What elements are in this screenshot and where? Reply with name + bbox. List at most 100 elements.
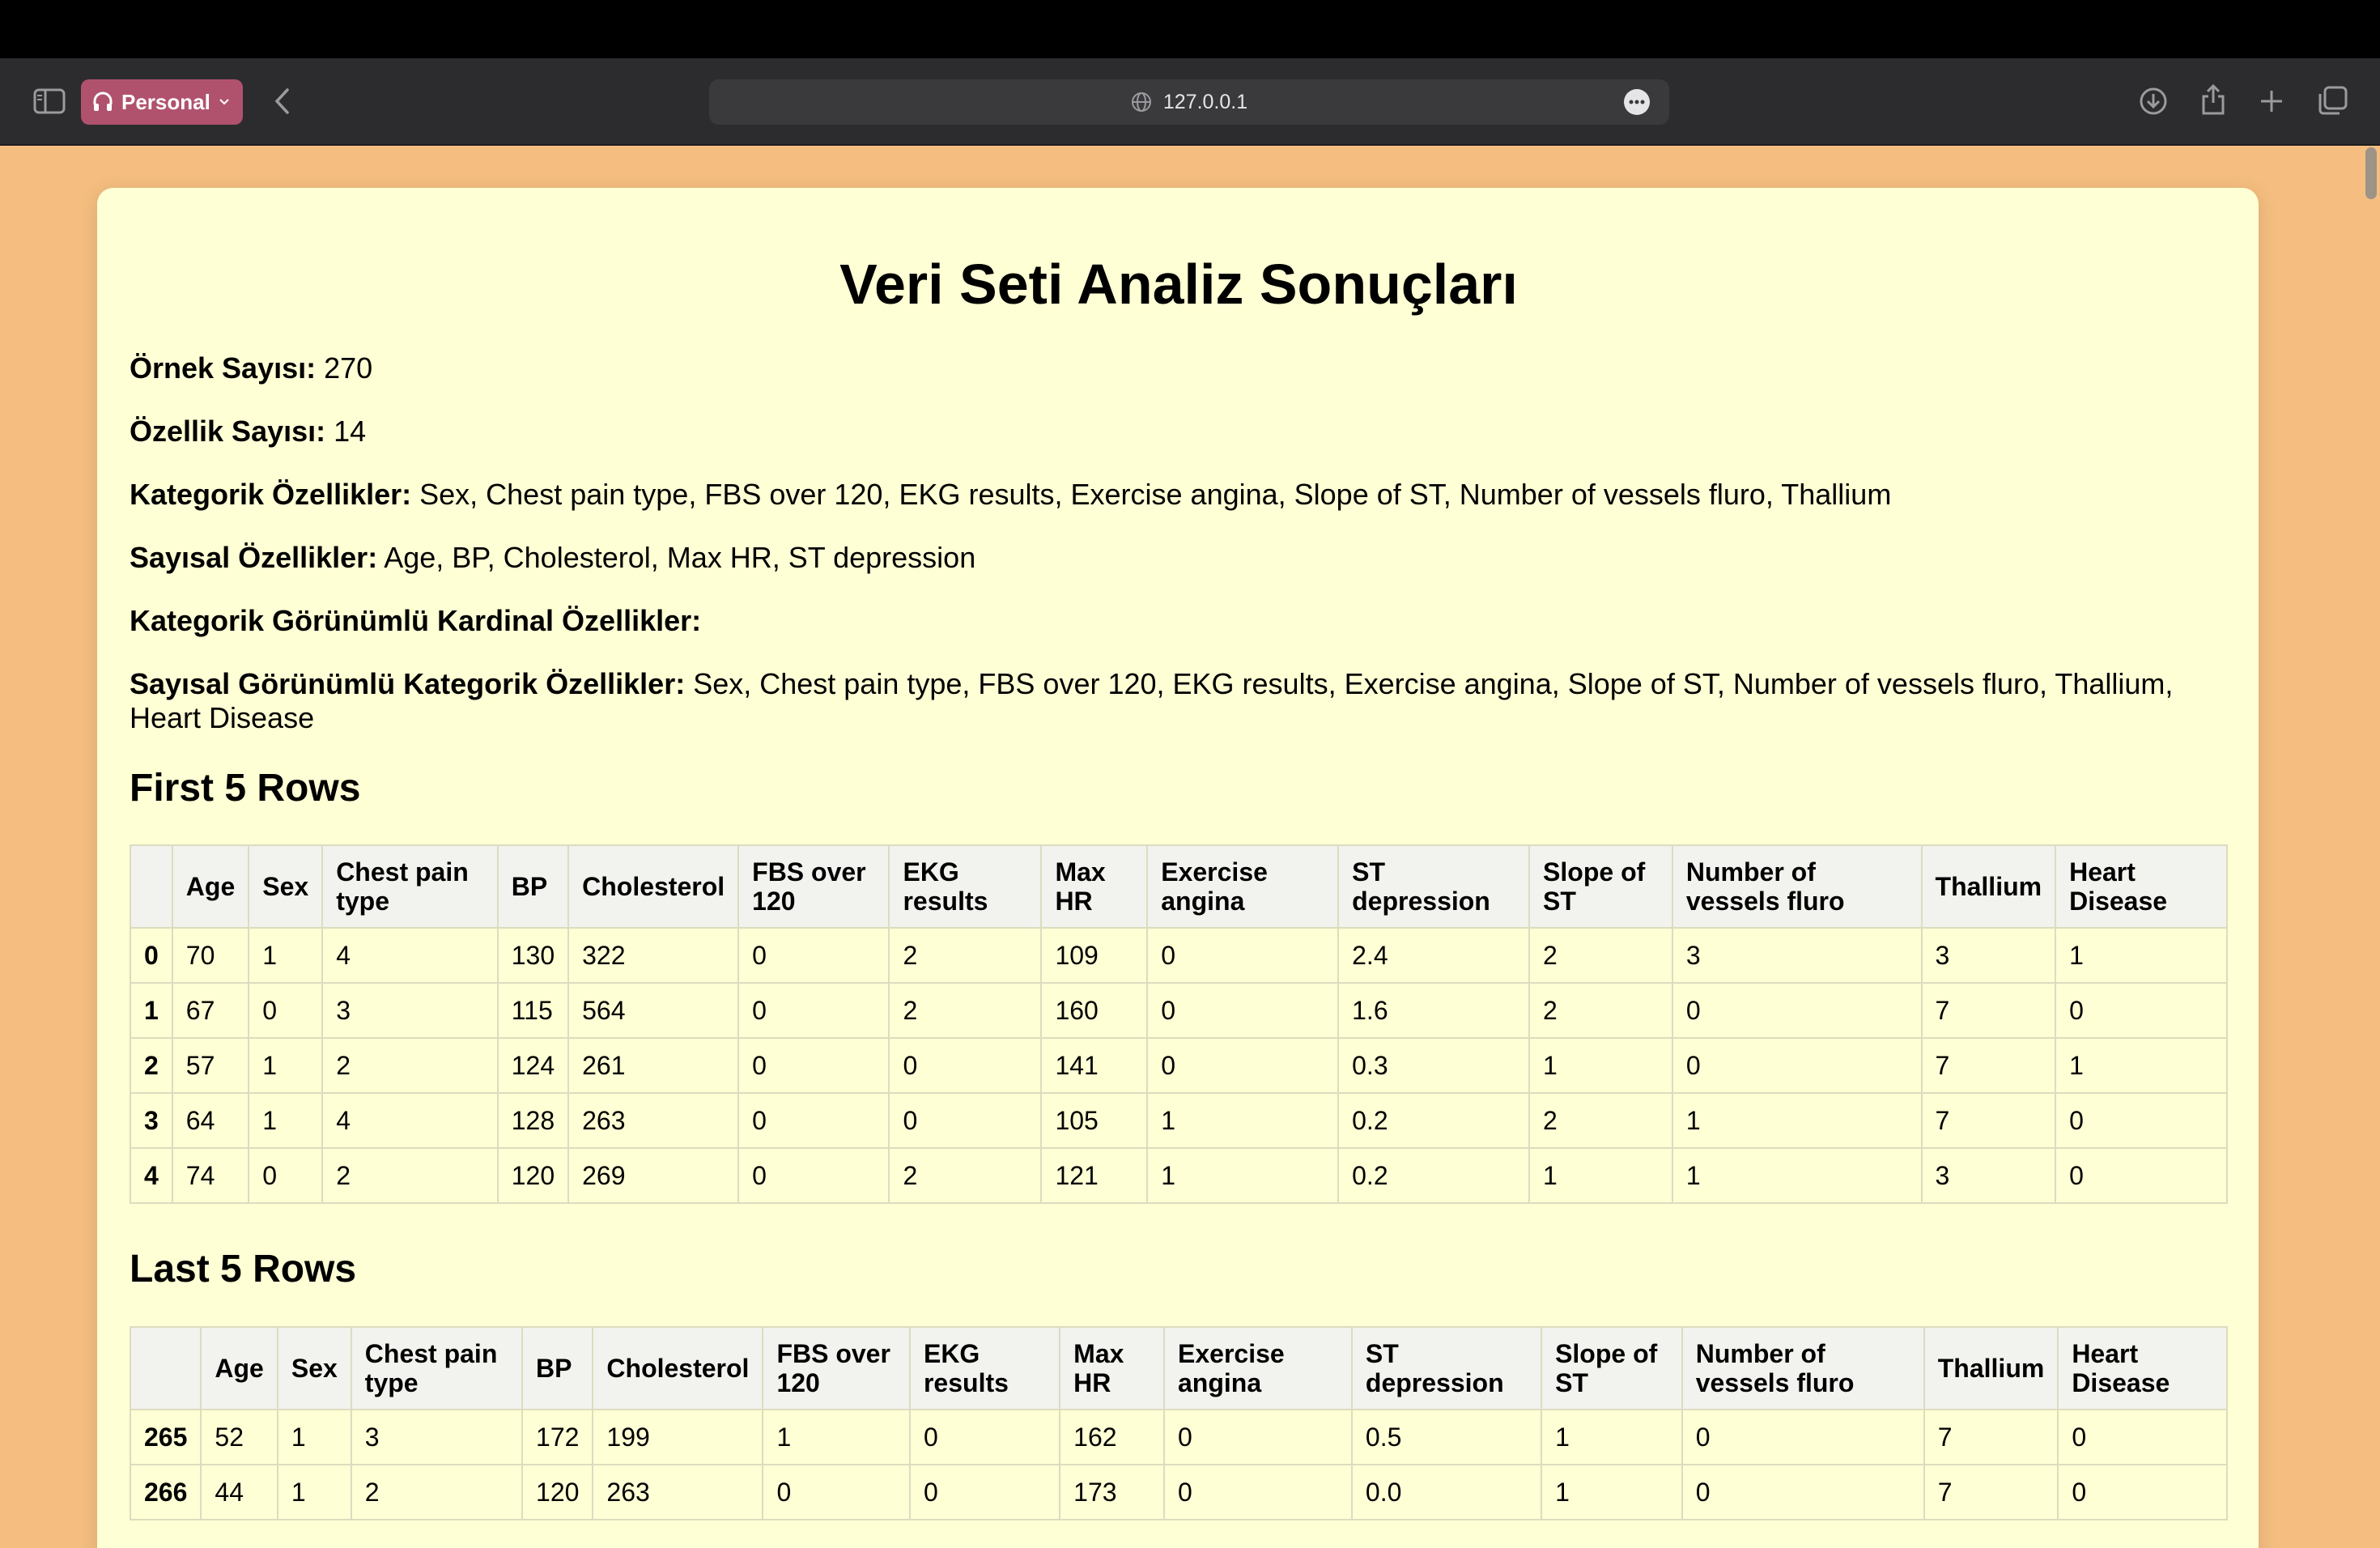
table-cell: 0	[1681, 1409, 1925, 1465]
table-cell: 0	[1146, 982, 1340, 1039]
table-cell: 2	[1528, 927, 1673, 984]
table-cell: 124	[496, 1037, 570, 1094]
table-cell: 7	[1923, 1409, 2059, 1465]
table-cell: 3	[1920, 1147, 2057, 1204]
info-cardinal-features: Kategorik Görünümlü Kardinal Özellikler:	[130, 604, 702, 637]
table-cell: 1	[248, 1037, 324, 1094]
results-card: Veri Seti Analiz Sonuçları Örnek Sayısı:…	[97, 188, 2259, 1548]
table-row: 2 57 1 2 124 261 0 0 141 0 0.3 1 0 7 1	[130, 1037, 2228, 1094]
new-tab-icon[interactable]	[2252, 81, 2291, 121]
column-header: Age	[171, 844, 250, 929]
table-cell: 263	[592, 1464, 764, 1520]
table-cell: 0	[762, 1464, 911, 1520]
sidebar-toggle-icon[interactable]	[29, 83, 70, 120]
table-cell: 7	[1923, 1464, 2059, 1520]
table-cell: 0	[2055, 1147, 2228, 1204]
table-cell: 67	[171, 982, 250, 1039]
table-cell: 0	[1163, 1409, 1353, 1465]
column-header: Heart Disease	[2057, 1326, 2228, 1410]
table-cell: 120	[496, 1147, 570, 1204]
table-cell: 74	[171, 1147, 250, 1204]
profile-label: Personal	[121, 89, 210, 114]
column-header: BP	[496, 844, 570, 929]
table-cell: 322	[567, 927, 740, 984]
table-cell: 1	[1671, 1147, 1923, 1204]
column-header: Chest pain type	[321, 844, 499, 929]
column-header	[129, 1326, 202, 1410]
column-header: Slope of ST	[1541, 1326, 1683, 1410]
profile-button[interactable]: Personal	[81, 79, 243, 125]
chevron-down-icon	[219, 98, 230, 106]
table-cell: 2	[1528, 1092, 1673, 1149]
row-index-cell: 4	[130, 1147, 173, 1204]
more-options-icon[interactable]	[1624, 89, 1650, 115]
table-cell: 269	[567, 1147, 740, 1204]
table-cell: 2	[350, 1464, 524, 1520]
table-cell: 0	[1681, 1464, 1925, 1520]
table-cell: 0	[737, 927, 890, 984]
download-icon[interactable]	[2134, 81, 2173, 121]
table-cell: 3	[1920, 927, 2057, 984]
table-cell: 4	[321, 1092, 499, 1149]
table-cell: 0.5	[1350, 1409, 1543, 1465]
column-header: EKG results	[908, 1326, 1061, 1410]
table-cell: 0	[2057, 1464, 2228, 1520]
table-cell: 64	[171, 1092, 250, 1149]
table-header-row: Age Sex Chest pain type BP Cholesterol FBS ov…	[130, 844, 2228, 929]
table-cell: 0	[2055, 1092, 2228, 1149]
table-cell: 0	[1146, 1037, 1340, 1094]
table-cell: 109	[1040, 927, 1149, 984]
table-cell: 0	[2057, 1409, 2228, 1465]
tab-overview-icon[interactable]	[2312, 81, 2352, 121]
headphones-icon	[92, 91, 113, 113]
table-cell: 0	[1163, 1464, 1353, 1520]
column-header: Number of vessels fluro	[1681, 1326, 1925, 1410]
column-header: Cholesterol	[567, 844, 740, 929]
table-cell: 0	[1671, 1037, 1923, 1094]
column-header: Number of vessels fluro	[1671, 844, 1923, 929]
first-rows-heading: First 5 Rows	[130, 767, 361, 810]
table-cell: 0	[737, 1092, 890, 1149]
column-header: Max HR	[1040, 844, 1149, 929]
table-cell: 120	[521, 1464, 594, 1520]
table-cell: 261	[567, 1037, 740, 1094]
table-cell: 130	[496, 927, 570, 984]
column-header: Cholesterol	[592, 1326, 764, 1410]
column-header: Heart Disease	[2055, 844, 2228, 929]
table-cell: 121	[1040, 1147, 1149, 1204]
column-header: Thallium	[1923, 1326, 2059, 1410]
table-cell: 0	[248, 1147, 324, 1204]
column-header: BP	[521, 1326, 594, 1410]
table-cell: 1	[1528, 1147, 1673, 1204]
first-rows-table: Age Sex Chest pain type BP Cholesterol FBS ov…	[130, 844, 2228, 1204]
address-bar[interactable]: 127.0.0.1	[709, 79, 1669, 125]
table-cell: 1	[2055, 927, 2228, 984]
table-cell: 2	[888, 982, 1043, 1039]
table-cell: 564	[567, 982, 740, 1039]
table-cell: 1	[276, 1464, 352, 1520]
column-header: Exercise angina	[1163, 1326, 1353, 1410]
column-header: Chest pain type	[350, 1326, 524, 1410]
share-icon[interactable]	[2194, 78, 2233, 121]
scrollbar-thumb[interactable]	[2365, 147, 2377, 199]
table-cell: 70	[171, 927, 250, 984]
back-arrow-icon[interactable]	[267, 83, 296, 120]
table-cell: 44	[200, 1464, 278, 1520]
table-cell: 0	[248, 982, 324, 1039]
browser-toolbar: Personal 127.0.0.1	[0, 58, 2380, 146]
table-cell: 199	[592, 1409, 764, 1465]
table-cell: 1	[248, 927, 324, 984]
column-header	[130, 844, 173, 929]
table-row: 4 74 0 2 120 269 0 2 121 1 0.2 1 1 3 0	[130, 1147, 2228, 1204]
table-cell: 162	[1059, 1409, 1165, 1465]
table-row: 265 52 1 3 172 199 1 0 162 0 0.5 1 0 7 0	[129, 1409, 2228, 1465]
table-cell: 2	[1528, 982, 1673, 1039]
table-cell: 0.0	[1350, 1464, 1543, 1520]
table-cell: 1	[276, 1409, 352, 1465]
table-cell: 160	[1040, 982, 1149, 1039]
table-cell: 3	[1671, 927, 1923, 984]
row-index-cell: 2	[130, 1037, 173, 1094]
table-cell: 1	[1146, 1092, 1340, 1149]
last-rows-table: Age Sex Chest pain type BP Cholesterol FBS ov…	[129, 1326, 2228, 1520]
info-numerical-features: Sayısal Özellikler: Age, BP, Cholesterol…	[130, 541, 976, 574]
